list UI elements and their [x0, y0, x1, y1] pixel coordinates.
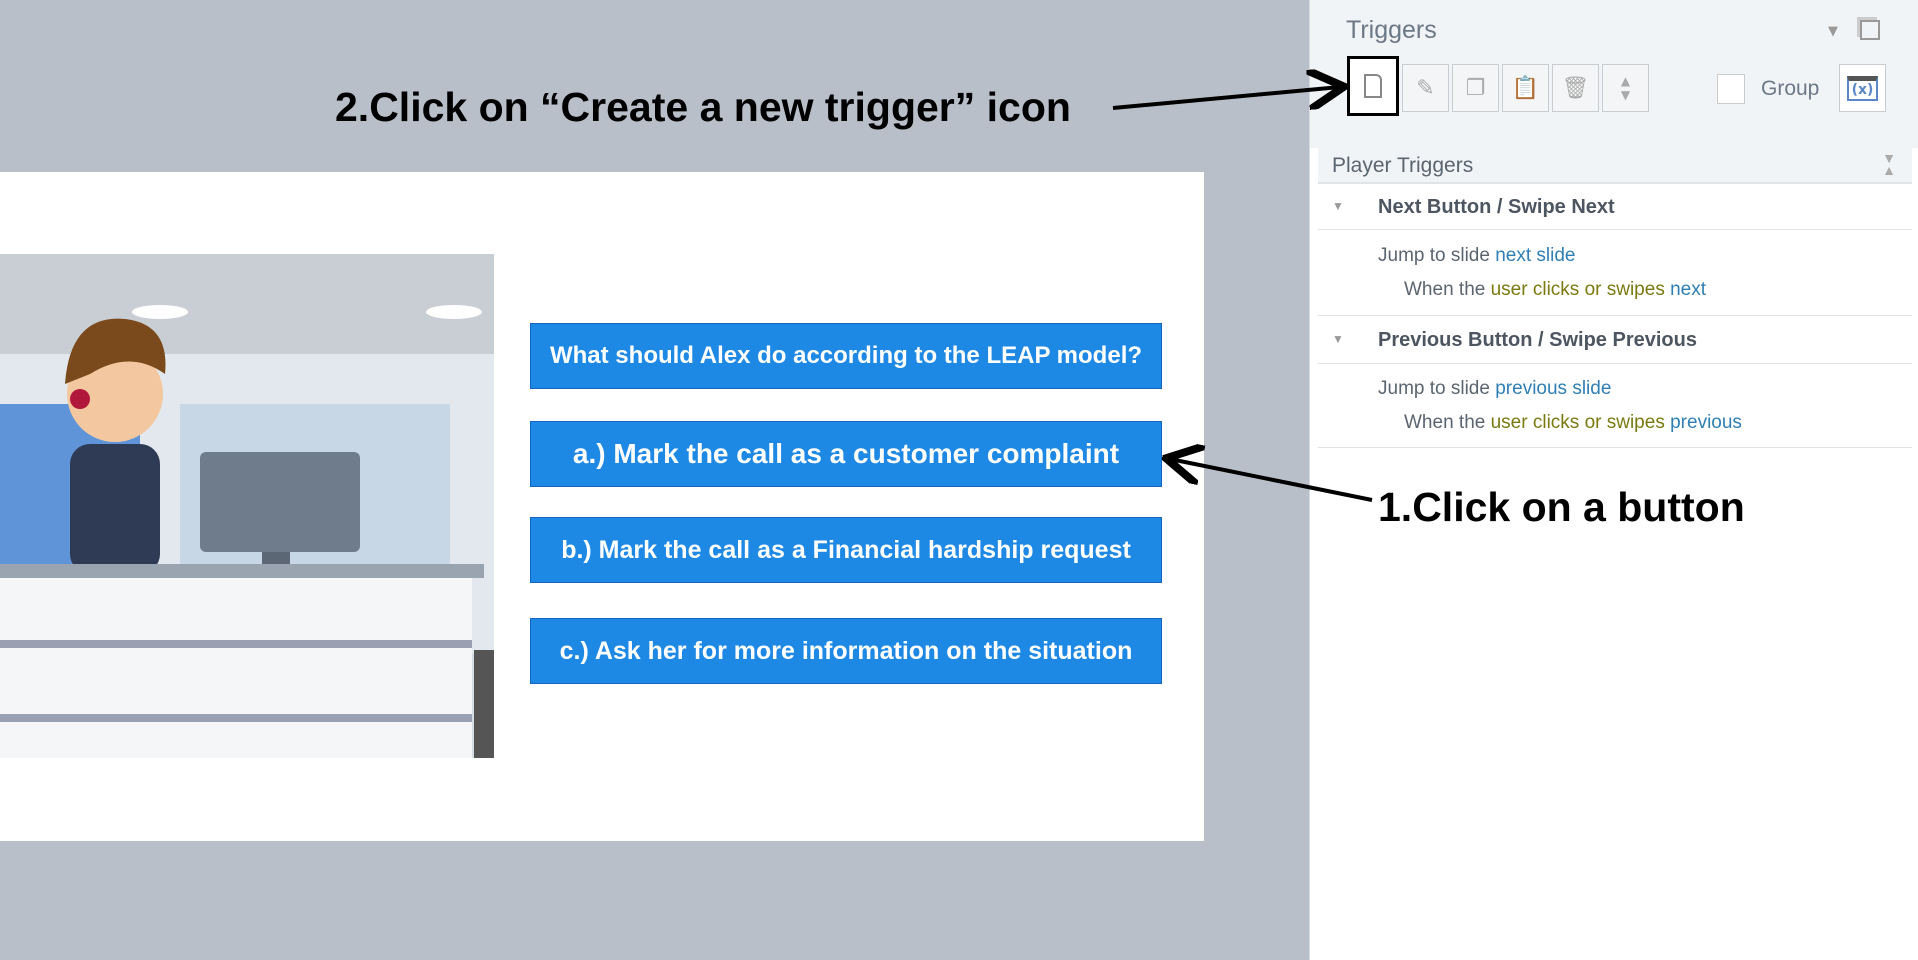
- option-b-button[interactable]: b.) Mark the call as a Financial hardshi…: [530, 517, 1162, 583]
- delete-trigger-button[interactable]: 🗑: [1552, 64, 1599, 112]
- action-target-link[interactable]: next slide: [1495, 245, 1575, 266]
- edit-trigger-button[interactable]: ✎: [1402, 64, 1449, 112]
- option-c-button[interactable]: c.) Ask her for more information on the …: [530, 618, 1162, 684]
- annotation-step-1: 1.Click on a button: [1378, 484, 1745, 530]
- copy-trigger-button[interactable]: ❐: [1452, 64, 1499, 112]
- section-title: Player Triggers: [1332, 154, 1474, 177]
- question-button[interactable]: What should Alex do according to the LEA…: [530, 323, 1162, 389]
- action-text: Jump to slide: [1378, 245, 1496, 266]
- event-target-link[interactable]: next: [1670, 279, 1706, 300]
- trigger-group-title: Next Button / Swipe Next: [1378, 196, 1615, 218]
- new-page-icon: [1364, 74, 1382, 98]
- paste-trigger-button[interactable]: 📋: [1502, 64, 1549, 112]
- trigger-group-title: Previous Button / Swipe Previous: [1378, 329, 1697, 351]
- float-panel-icon[interactable]: [1860, 20, 1880, 40]
- panel-title: Triggers: [1346, 16, 1437, 44]
- action-text: Jump to slide: [1378, 378, 1496, 399]
- trash-icon: 🗑: [1561, 75, 1590, 101]
- edit-icon: ✎: [1416, 75, 1435, 101]
- panel-menu-icon[interactable]: ▼: [1828, 24, 1838, 39]
- slide-canvas: [0, 172, 1204, 841]
- move-up-icon[interactable]: ▲: [1621, 74, 1630, 88]
- action-target-link[interactable]: previous slide: [1495, 378, 1611, 399]
- copy-icon: ❐: [1465, 75, 1486, 101]
- event-link[interactable]: user clicks or swipes: [1491, 279, 1671, 300]
- event-link[interactable]: user clicks or swipes: [1491, 412, 1671, 433]
- trigger-item[interactable]: Jump to slide previous slide When the us…: [1318, 364, 1912, 448]
- group-checkbox[interactable]: [1717, 74, 1745, 104]
- create-trigger-button[interactable]: [1347, 56, 1399, 116]
- move-down-icon[interactable]: ▼: [1621, 88, 1630, 102]
- trigger-group-previous[interactable]: ▼ Previous Button / Swipe Previous: [1318, 316, 1912, 364]
- call-center-illustration: [0, 254, 494, 758]
- condition-text: When the: [1404, 412, 1491, 433]
- move-trigger-buttons[interactable]: ▲ ▼: [1602, 64, 1649, 112]
- option-a-button[interactable]: a.) Mark the call as a customer complain…: [530, 421, 1162, 487]
- triggers-panel: Triggers ▼ ✎ ❐ 📋 🗑 ▲ ▼ Group (x) Player T…: [1309, 0, 1918, 960]
- group-label: Group: [1761, 77, 1820, 100]
- event-target-link[interactable]: previous: [1670, 412, 1742, 433]
- condition-text: When the: [1404, 279, 1491, 300]
- paste-icon: 📋: [1511, 75, 1540, 101]
- collapse-all-icon[interactable]: ▼ ▲: [1882, 151, 1896, 177]
- player-triggers-header[interactable]: Player Triggers ▼ ▲: [1318, 148, 1912, 184]
- variables-icon: (x): [1846, 75, 1879, 101]
- trigger-item[interactable]: Jump to slide next slide When the user c…: [1318, 230, 1912, 316]
- expand-caret-icon[interactable]: ▼: [1332, 332, 1344, 346]
- annotation-step-2: 2.Click on “Create a new trigger” icon: [335, 84, 1071, 130]
- manage-variables-button[interactable]: (x): [1839, 64, 1886, 112]
- trigger-group-next[interactable]: ▼ Next Button / Swipe Next: [1318, 184, 1912, 230]
- expand-caret-icon[interactable]: ▼: [1332, 199, 1344, 213]
